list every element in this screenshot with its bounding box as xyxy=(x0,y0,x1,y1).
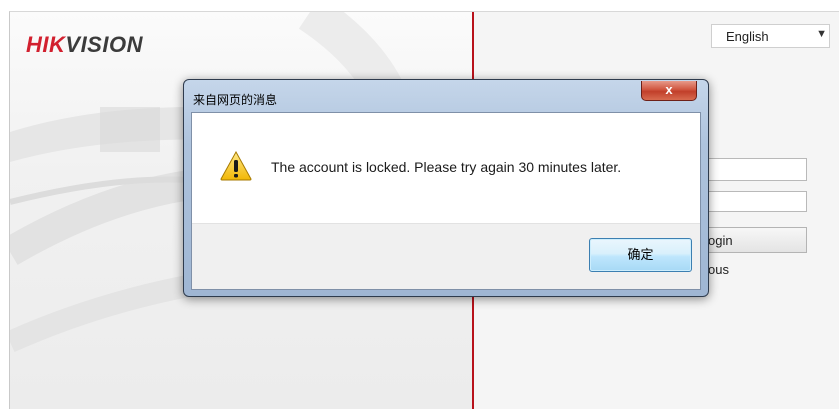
login-button[interactable]: ogin xyxy=(701,227,807,253)
warning-icon xyxy=(220,151,252,181)
language-value: English xyxy=(726,29,769,44)
ok-button[interactable]: 确定 xyxy=(589,238,692,272)
message-area: The account is locked. Please try again … xyxy=(192,113,700,223)
chevron-down-icon: ▼ xyxy=(816,28,827,40)
message-dialog: 来自网页的消息 x The account is locked. Please … xyxy=(183,79,709,297)
partial-text: ous xyxy=(708,262,729,277)
login-button-label: ogin xyxy=(708,233,733,248)
dialog-message: The account is locked. Please try again … xyxy=(271,159,622,175)
dialog-body: The account is locked. Please try again … xyxy=(191,112,701,290)
dialog-title: 来自网页的消息 xyxy=(193,93,278,107)
language-select[interactable]: English ▼ xyxy=(711,24,830,48)
password-field[interactable] xyxy=(701,191,807,212)
logo-part-gray: VISION xyxy=(65,32,143,57)
hikvision-logo: HIKVISION xyxy=(26,32,143,58)
username-field[interactable] xyxy=(701,158,807,181)
close-button[interactable]: x xyxy=(641,81,697,101)
button-area: 确定 xyxy=(192,223,700,289)
logo-part-red: HIK xyxy=(26,32,66,57)
